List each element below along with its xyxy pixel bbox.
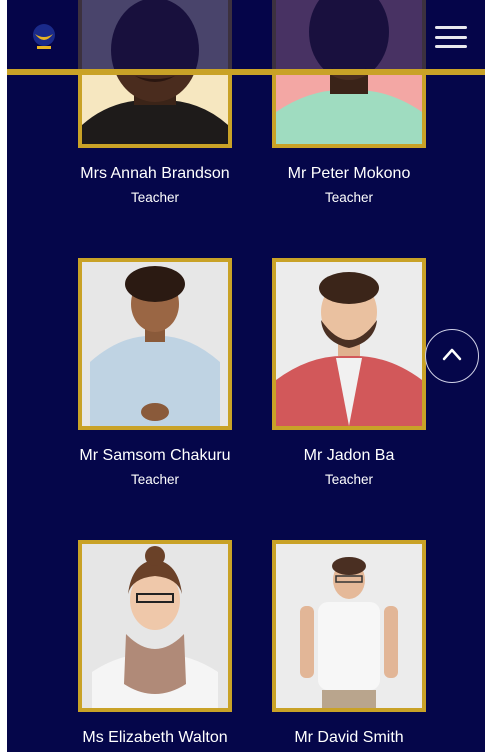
- staff-name: Mrs Annah Brandson: [80, 165, 230, 182]
- page: Mrs Annah Brandson Teacher Mr Peter Moko…: [7, 0, 485, 752]
- staff-name: Ms Elizabeth Walton: [82, 729, 228, 746]
- staff-name: Mr Jadon Ba: [303, 447, 395, 464]
- chevron-up-icon: [442, 348, 462, 361]
- menu-line: [435, 45, 467, 48]
- staff-card: Mr Jadon Ba Teacher: [264, 258, 434, 487]
- staff-photo: [78, 258, 232, 430]
- staff-photo: [272, 258, 426, 430]
- scroll-to-top-button[interactable]: [425, 329, 479, 383]
- hamburger-menu-icon[interactable]: [435, 26, 467, 48]
- staff-role: Teacher: [324, 190, 374, 205]
- menu-line: [435, 26, 467, 29]
- staff-role: Teacher: [130, 190, 180, 205]
- menu-line: [435, 35, 467, 39]
- staff-photo: [272, 540, 426, 712]
- staff-role: Teacher: [324, 472, 374, 487]
- staff-card: Ms Elizabeth Walton: [70, 540, 240, 752]
- staff-card: Mr Samsom Chakuru Teacher: [70, 258, 240, 487]
- staff-name: Mr David Smith: [294, 729, 404, 746]
- staff-card: Mr David Smith: [264, 540, 434, 752]
- staff-role: Teacher: [130, 472, 180, 487]
- staff-name: Mr Peter Mokono: [287, 165, 411, 182]
- school-crest-icon[interactable]: [29, 22, 59, 52]
- header-bar: [7, 0, 485, 75]
- staff-photo: [78, 540, 232, 712]
- staff-name: Mr Samsom Chakuru: [79, 447, 231, 464]
